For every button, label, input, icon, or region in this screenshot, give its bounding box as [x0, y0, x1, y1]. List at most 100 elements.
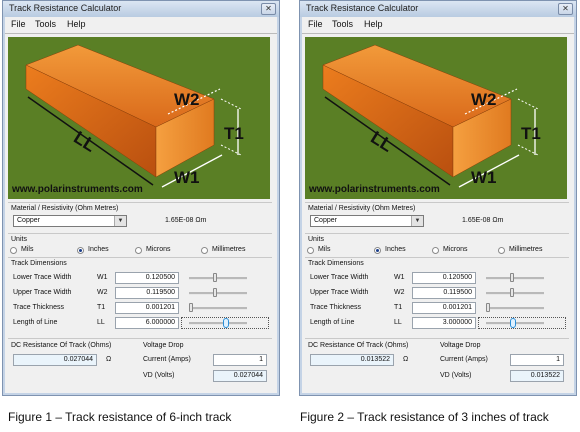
w2-slider[interactable] — [486, 292, 544, 295]
material-select-value: Copper — [17, 217, 40, 224]
vd-field: 0.027044 — [213, 370, 267, 382]
figure-caption-1: Figure 1 – Track resistance of 6-inch tr… — [8, 410, 232, 424]
material-select[interactable]: Copper ▼ — [13, 215, 127, 227]
vd-label: VD (Volts) — [143, 372, 175, 379]
w2-name-label: Upper Trace Width — [13, 289, 72, 296]
unit-radio-microns[interactable] — [432, 247, 439, 254]
ll-symbol-label: LL — [394, 319, 402, 326]
unit-radio-inches[interactable] — [77, 247, 84, 254]
w1-slider[interactable] — [486, 277, 544, 280]
unit-radio-mils[interactable] — [10, 247, 17, 254]
resistivity-value: 1.65E-08 Ωm — [462, 217, 504, 224]
w2-slider-thumb[interactable] — [213, 288, 217, 297]
menu-file[interactable]: File — [11, 19, 26, 29]
current-label: Current (Amps) — [440, 356, 488, 363]
w1-input[interactable]: 0.120500 — [115, 272, 179, 284]
ll-input[interactable]: 3.000000 — [412, 317, 476, 329]
unit-radio-mils[interactable] — [307, 247, 314, 254]
menu-file[interactable]: File — [308, 19, 323, 29]
w1-slider-thumb[interactable] — [510, 273, 514, 282]
calculator-window: Track Resistance Calculator ✕ File Tools… — [2, 0, 280, 396]
units-label: Units — [11, 236, 27, 243]
material-label: Material / Resistivity (Ohm Metres) — [308, 205, 416, 212]
t1-input[interactable]: 0.001201 — [412, 302, 476, 314]
ll-symbol-label: LL — [97, 319, 105, 326]
dc-resistance-label: DC Resistance Of Track (Ohms) — [308, 342, 409, 349]
t1-slider-thumb[interactable] — [189, 303, 193, 312]
w2-slider[interactable] — [189, 292, 247, 295]
track-diagram: W2 T1 LL W1 www.polarinstruments.com — [305, 37, 567, 199]
menu-tools[interactable]: Tools — [35, 19, 56, 29]
client-area: W2 T1 LL W1 www.polarinstruments.com Mat… — [5, 33, 277, 393]
w1-symbol-label: W1 — [97, 274, 108, 281]
unit-radio-millimetres[interactable] — [498, 247, 505, 254]
t1-label: T1 — [521, 124, 541, 143]
w2-input[interactable]: 0.119500 — [115, 287, 179, 299]
client-area: W2 T1 LL W1 www.polarinstruments.com Mat… — [302, 33, 574, 393]
divider — [305, 338, 569, 339]
menu-tools[interactable]: Tools — [332, 19, 353, 29]
dc-resistance-label: DC Resistance Of Track (Ohms) — [11, 342, 112, 349]
ll-slider[interactable] — [189, 322, 247, 325]
divider — [8, 202, 272, 203]
units-label: Units — [308, 236, 324, 243]
ll-slider-thumb[interactable] — [223, 318, 229, 328]
close-button[interactable]: ✕ — [558, 3, 573, 15]
window-title: Track Resistance Calculator — [9, 3, 122, 13]
unit-label-millimetres: Millimetres — [509, 246, 543, 253]
website-label: www.polarinstruments.com — [309, 184, 440, 195]
track-dimensions-label: Track Dimensions — [308, 260, 364, 267]
w2-slider-thumb[interactable] — [510, 288, 514, 297]
current-label: Current (Amps) — [143, 356, 191, 363]
w1-slider-thumb[interactable] — [213, 273, 217, 282]
w1-label: W1 — [174, 168, 200, 187]
w1-slider[interactable] — [189, 277, 247, 280]
divider — [8, 233, 272, 234]
ll-slider-thumb[interactable] — [510, 318, 516, 328]
voltage-drop-label: Voltage Drop — [440, 342, 481, 349]
t1-slider-thumb[interactable] — [486, 303, 490, 312]
title-bar[interactable]: Track Resistance Calculator ✕ — [3, 1, 279, 17]
chevron-down-icon[interactable]: ▼ — [114, 216, 126, 226]
ll-name-label: Length of Line — [13, 319, 58, 326]
title-bar[interactable]: Track Resistance Calculator ✕ — [300, 1, 576, 17]
chevron-down-icon[interactable]: ▼ — [411, 216, 423, 226]
ll-input[interactable]: 6.000000 — [115, 317, 179, 329]
unit-label-mils: Mils — [21, 246, 34, 253]
w2-label: W2 — [471, 90, 497, 109]
menu-help[interactable]: Help — [67, 19, 86, 29]
unit-label-microns: Microns — [443, 246, 468, 253]
current-input[interactable]: 1 — [510, 354, 564, 366]
track-illustration: W2 T1 LL W1 — [25, 44, 244, 188]
dc-resistance-field: 0.013522 — [310, 354, 394, 366]
divider — [305, 257, 569, 258]
t1-slider[interactable] — [189, 307, 247, 310]
unit-label-millimetres: Millimetres — [212, 246, 246, 253]
t1-slider[interactable] — [486, 307, 544, 310]
material-label: Material / Resistivity (Ohm Metres) — [11, 205, 119, 212]
ohm-unit-label: Ω — [403, 356, 409, 363]
unit-radio-millimetres[interactable] — [201, 247, 208, 254]
menu-bar: File Tools Help — [302, 17, 574, 33]
t1-label: T1 — [224, 124, 244, 143]
window-title: Track Resistance Calculator — [306, 3, 419, 13]
w2-input[interactable]: 0.119500 — [412, 287, 476, 299]
divider — [305, 233, 569, 234]
w1-name-label: Lower Trace Width — [13, 274, 72, 281]
unit-radio-microns[interactable] — [135, 247, 142, 254]
ll-name-label: Length of Line — [310, 319, 355, 326]
close-button[interactable]: ✕ — [261, 3, 276, 15]
unit-radio-inches[interactable] — [374, 247, 381, 254]
website-label: www.polarinstruments.com — [12, 184, 143, 195]
divider — [8, 257, 272, 258]
t1-input[interactable]: 0.001201 — [115, 302, 179, 314]
unit-label-inches: Inches — [88, 246, 109, 253]
material-select[interactable]: Copper ▼ — [310, 215, 424, 227]
w2-name-label: Upper Trace Width — [310, 289, 369, 296]
current-input[interactable]: 1 — [213, 354, 267, 366]
w1-name-label: Lower Trace Width — [310, 274, 369, 281]
divider — [305, 202, 569, 203]
w1-input[interactable]: 0.120500 — [412, 272, 476, 284]
divider — [8, 338, 272, 339]
menu-help[interactable]: Help — [364, 19, 383, 29]
